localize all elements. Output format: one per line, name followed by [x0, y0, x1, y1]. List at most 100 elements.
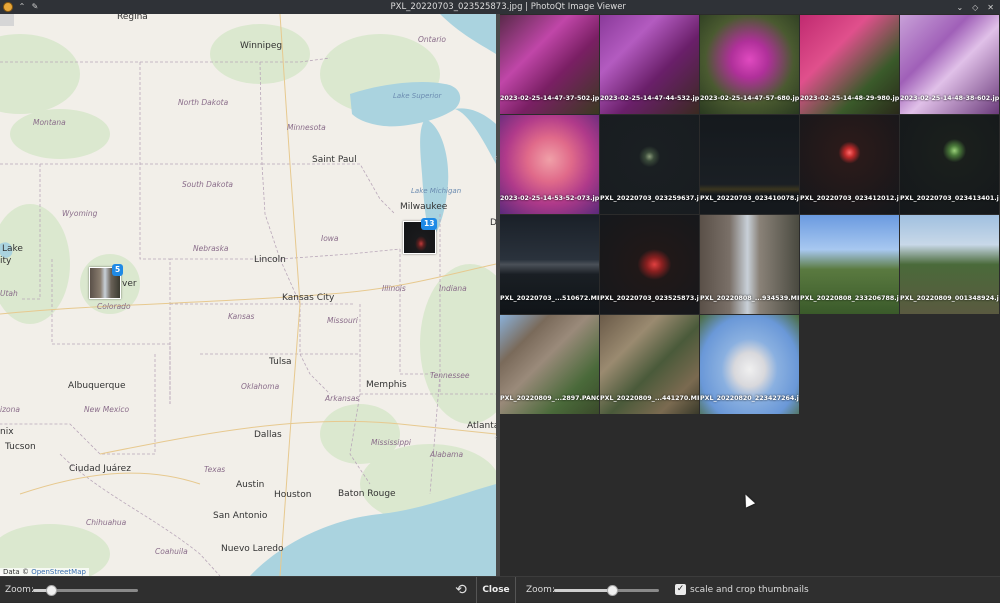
thumbnail-item[interactable]: PXL_20220703_023525873.jpg: [600, 215, 699, 314]
thumbnail-filename: PXL_20220809_...2897.PANO.jpg: [500, 395, 599, 402]
thumbnail-filename: PXL_20220703_023259637.jpg: [600, 195, 699, 202]
thumbnail-item[interactable]: PXL_20220703_023259637.jpg: [600, 115, 699, 214]
thumbnail-item[interactable]: 2023-02-25-14-47-57-680.jpg: [700, 15, 799, 114]
state-texas: Texas: [204, 465, 226, 474]
scale-crop-checkbox[interactable]: ✓: [675, 584, 686, 595]
state-nebraska: Nebraska: [193, 244, 229, 253]
thumbnail-item[interactable]: PXL_20220703_023410078.jpg: [700, 115, 799, 214]
city-houston: Houston: [274, 490, 312, 500]
thumbnail-item[interactable]: PXL_20220809_...2897.PANO.jpg: [500, 315, 599, 414]
thumbnail-item[interactable]: PXL_20220808_233206788.jpg: [800, 215, 899, 314]
thumbnail-filename: PXL_20220703_...510672.MP.jpg: [500, 295, 599, 302]
window-titlebar: ⌃ ✎ PXL_20220703_023525873.jpg | PhotoQt…: [0, 0, 1000, 14]
city-ciudad-juarez: Ciudad Juárez: [69, 464, 131, 474]
bottom-toolbar: Zoom: ⟲ Close Zoom: ✓ scale and crop thu…: [0, 576, 1000, 603]
city-lake: Lake: [2, 244, 23, 254]
city-kansas-city: Kansas City: [282, 293, 335, 303]
collapse-left-arrow-icon[interactable]: ‹: [494, 153, 497, 162]
thumbnail-item[interactable]: PXL_20220820_223427264.jpg: [700, 315, 799, 414]
water-lake-superior: Lake Superior: [393, 92, 442, 100]
state-chihuahua: Chihuahua: [86, 518, 127, 527]
map-attribution: Data © OpenStreetMap: [0, 568, 89, 576]
thumbnail-item[interactable]: PXL_20220703_...510672.MP.jpg: [500, 215, 599, 314]
city-phoenix-partial: nix: [0, 427, 14, 437]
state-montana: Montana: [33, 118, 66, 127]
app-logo-icon: [3, 2, 13, 12]
city-lincoln: Lincoln: [254, 255, 286, 265]
scale-crop-label[interactable]: scale and crop thumbnails: [690, 585, 809, 595]
map-zoom-slider-handle[interactable]: [45, 585, 57, 596]
state-tennessee: Tennessee: [430, 371, 470, 380]
thumbnail-filename: PXL_20220808_...934539.MP.jpg: [700, 295, 799, 302]
state-arizona-partial: izona: [0, 405, 20, 414]
keep-above-icon[interactable]: ⌃: [18, 3, 26, 11]
collapse-right-arrow-icon[interactable]: ‹: [494, 433, 497, 442]
attribution-prefix: Data ©: [3, 568, 29, 576]
state-north-dakota: North Dakota: [178, 98, 229, 107]
state-coahuila: Coahuila: [155, 547, 188, 556]
state-colorado: Colorado: [97, 302, 131, 311]
state-south-dakota: South Dakota: [182, 180, 234, 189]
state-mississippi: Mississippi: [371, 438, 411, 447]
state-arkansas: Arkansas: [325, 394, 360, 403]
state-alabama: Alabama: [430, 450, 464, 459]
cluster-count-badge-chicago[interactable]: 13: [421, 218, 438, 230]
pin-icon[interactable]: ✎: [31, 3, 39, 11]
thumbnail-item[interactable]: PXL_20220808_...934539.MP.jpg: [700, 215, 799, 314]
city-baton-rouge: Baton Rouge: [338, 489, 396, 499]
openstreetmap-link[interactable]: OpenStreetMap: [31, 568, 86, 576]
city-milwaukee: Milwaukee: [400, 202, 448, 212]
state-kansas: Kansas: [228, 312, 255, 321]
close-icon[interactable]: ✕: [987, 3, 994, 12]
thumbnail-item[interactable]: 2023-02-25-14-47-44-532.jpg: [600, 15, 699, 114]
thumbnail-item[interactable]: 2023-02-25-14-53-52-073.jpg: [500, 115, 599, 214]
thumbnail-filename: PXL_20220703_023525873.jpg: [600, 295, 699, 302]
thumbnail-item[interactable]: 2023-02-25-14-48-29-980.jpg: [800, 15, 899, 114]
thumbnail-zoom-slider-handle[interactable]: [606, 585, 618, 596]
city-ity: ity: [0, 256, 12, 266]
state-minnesota: Minnesota: [287, 123, 326, 132]
thumbnail-filename: 2023-02-25-14-47-44-532.jpg: [600, 95, 699, 102]
reset-map-view-icon[interactable]: ⟲: [452, 581, 470, 599]
city-regina: Regina: [117, 14, 148, 22]
thumbnail-zoom-slider-fill: [554, 589, 612, 592]
map-view[interactable]: Regina Winnipeg Saint Paul Milwaukee Lin…: [0, 14, 496, 576]
thumbnail-item[interactable]: 2023-02-25-14-47-37-502.jpg: [500, 15, 599, 114]
thumbnail-filename: PXL_20220820_223427264.jpg: [700, 395, 799, 402]
thumbnail-filename: 2023-02-25-14-48-29-980.jpg: [800, 95, 899, 102]
city-atlanta: Atlanta: [467, 421, 496, 431]
thumbnail-item[interactable]: PXL_20220809_...441270.MP.jpg: [600, 315, 699, 414]
map-zoom-label: Zoom:: [5, 585, 34, 595]
minimize-icon[interactable]: ⌄: [956, 3, 963, 12]
thumbnail-filename: PXL_20220809_...441270.MP.jpg: [600, 395, 699, 402]
state-utah: Utah: [0, 289, 18, 298]
city-nuevo-laredo: Nuevo Laredo: [221, 544, 284, 554]
titlebar-left-icons: ⌃ ✎: [0, 2, 60, 12]
city-tulsa: Tulsa: [269, 357, 292, 367]
map-zoom-slider[interactable]: [33, 585, 138, 596]
state-ontario: Ontario: [418, 35, 446, 44]
state-wyoming: Wyoming: [62, 209, 98, 218]
thumbnail-item[interactable]: PXL_20220809_001348924.jpg: [900, 215, 999, 314]
city-austin: Austin: [236, 480, 265, 490]
thumbnail-filename: 2023-02-25-14-47-57-680.jpg: [700, 95, 799, 102]
city-albuquerque: Albuquerque: [68, 381, 126, 391]
thumbnail-item[interactable]: PXL_20220703_023412012.jpg: [800, 115, 899, 214]
thumbnail-filename: PXL_20220703_023413401.jpg: [900, 195, 999, 202]
thumbnail-item[interactable]: PXL_20220703_023413401.jpg: [900, 115, 999, 214]
state-indiana: Indiana: [439, 284, 467, 293]
maximize-icon[interactable]: ◇: [972, 3, 978, 12]
thumbnail-filename: 2023-02-25-14-47-37-502.jpg: [500, 95, 599, 102]
cluster-count-badge-denver[interactable]: 5: [112, 264, 124, 276]
thumbnail-filename: PXL_20220703_023412012.jpg: [800, 195, 899, 202]
state-illinois: Illinois: [382, 284, 406, 293]
state-iowa: Iowa: [321, 234, 339, 243]
water-lake-michigan: Lake Michigan: [411, 187, 462, 195]
close-button[interactable]: Close: [476, 577, 516, 603]
city-san-antonio: San Antonio: [213, 511, 268, 521]
thumbnail-item[interactable]: 2023-02-25-14-48-38-602.jpg: [900, 15, 999, 114]
thumbnail-zoom-slider[interactable]: [554, 585, 659, 596]
window-controls: ⌄ ◇ ✕: [956, 3, 1000, 12]
thumbnail-filename: PXL_20220809_001348924.jpg: [900, 295, 999, 302]
thumbnail-filename: PXL_20220808_233206788.jpg: [800, 295, 899, 302]
